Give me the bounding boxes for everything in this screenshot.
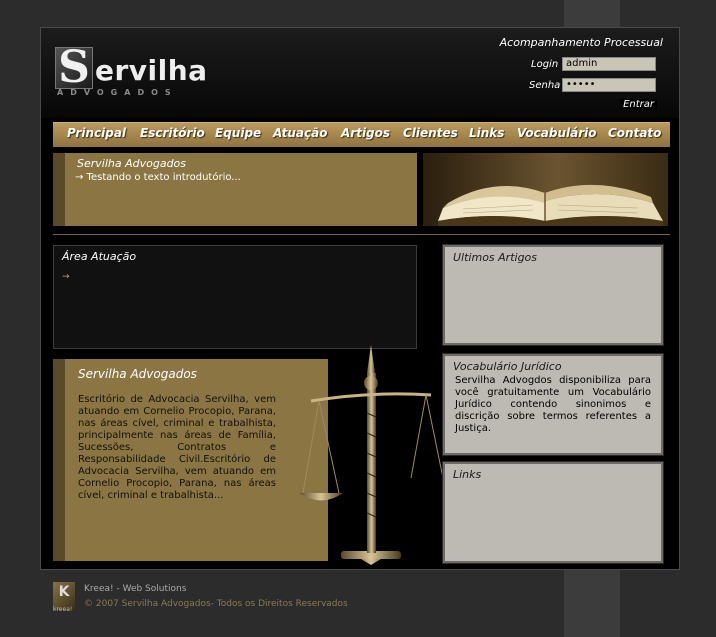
nav-item-links[interactable]: Links bbox=[469, 126, 504, 140]
about-text: Escritório de Advocacia Servilha, vem at… bbox=[78, 394, 276, 501]
area-title: Área Atuação bbox=[62, 250, 137, 263]
about-panel: Servilha Advogados Escritório de Advocac… bbox=[53, 359, 328, 561]
intro-text: → Testando o texto introdutório... bbox=[75, 172, 241, 183]
links-title: Links bbox=[453, 468, 482, 481]
kreea-logo-text: kreea! bbox=[53, 606, 73, 613]
section-divider bbox=[53, 234, 670, 235]
area-atuacao-panel: Área Atuação → bbox=[53, 245, 417, 349]
intro-title: Servilha Advogados bbox=[77, 157, 187, 170]
header: S ervilha ADVOGADOS Acompanhamento Proce… bbox=[41, 28, 679, 118]
intro-accent-bar bbox=[53, 153, 65, 226]
login-label: Login bbox=[531, 59, 559, 70]
vocabulary-panel: Vocabulário Jurídico Servilha Advogdos d… bbox=[442, 353, 664, 456]
nav-item-atuacao[interactable]: Atuação bbox=[273, 126, 327, 140]
nav-item-contato[interactable]: Contato bbox=[608, 126, 661, 140]
open-book-icon bbox=[438, 184, 663, 226]
footer-copyright: © 2007 Servilha Advogados- Todos os Dire… bbox=[84, 599, 348, 609]
latest-articles-panel: Ultimos Artigos bbox=[442, 244, 664, 346]
logo-tagline: ADVOGADOS bbox=[57, 88, 178, 97]
nav-item-escritorio[interactable]: Escritório bbox=[140, 126, 205, 140]
logo-name: ervilha bbox=[95, 54, 208, 87]
scales-of-justice-icon bbox=[299, 345, 444, 565]
links-panel: Links bbox=[442, 461, 664, 564]
nav-item-artigos[interactable]: Artigos bbox=[341, 126, 390, 140]
book-image bbox=[423, 153, 668, 226]
scales-of-justice-image bbox=[291, 343, 451, 565]
nav-item-vocabulario[interactable]: Vocabulário bbox=[517, 126, 597, 140]
intro-panel: Servilha Advogados → Testando o texto in… bbox=[53, 153, 417, 226]
login-heading: Acompanhamento Processual bbox=[499, 36, 663, 49]
vocabulary-text: Servilha Advogdos disponibiliza para voc… bbox=[455, 375, 651, 434]
password-input[interactable]: ••••• bbox=[562, 78, 656, 92]
nav-item-equipe[interactable]: Equipe bbox=[215, 126, 261, 140]
logo-initial: S bbox=[55, 46, 93, 90]
password-label: Senha bbox=[529, 80, 561, 91]
page-container: S ervilha ADVOGADOS Acompanhamento Proce… bbox=[40, 27, 680, 570]
footer-credit[interactable]: Kreea! - Web Solutions bbox=[84, 584, 186, 594]
about-accent-bar bbox=[53, 359, 65, 561]
articles-title: Ultimos Artigos bbox=[453, 251, 538, 264]
arrow-icon: → bbox=[62, 272, 70, 282]
nav-item-clientes[interactable]: Clientes bbox=[403, 126, 458, 140]
main-navigation: Principal Escritório Equipe Atuação Arti… bbox=[53, 122, 670, 147]
login-submit-button[interactable]: Entrar bbox=[620, 99, 657, 110]
vocabulary-title[interactable]: Vocabulário Jurídico bbox=[453, 360, 562, 373]
nav-item-principal[interactable]: Principal bbox=[67, 126, 126, 140]
login-input[interactable]: admin bbox=[562, 57, 656, 71]
about-title: Servilha Advogados bbox=[78, 367, 197, 381]
